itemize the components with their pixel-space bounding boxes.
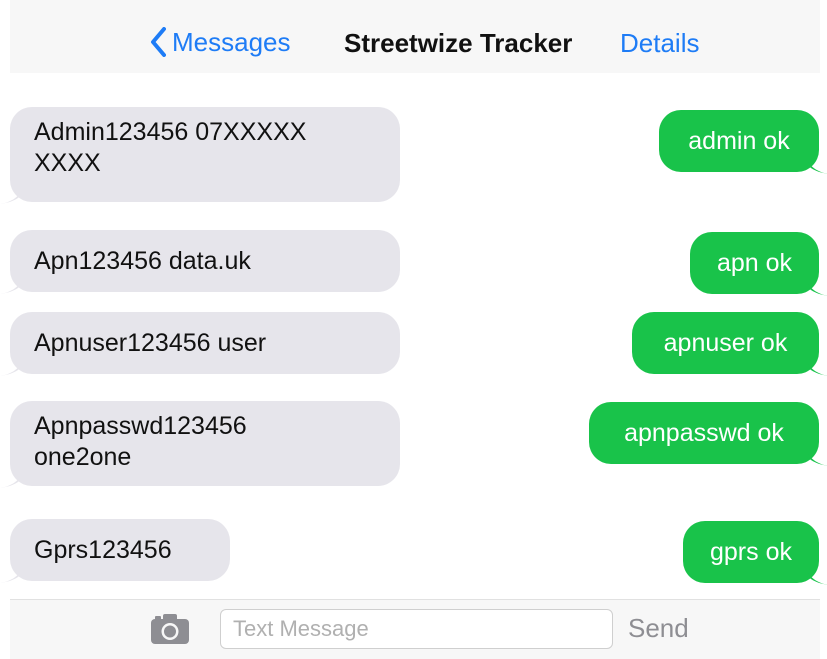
message-text: apnuser ok [663, 329, 788, 357]
camera-button[interactable] [150, 613, 190, 650]
message-bubble-outgoing[interactable]: apn ok [690, 232, 827, 296]
compose-bar: Send [10, 599, 820, 659]
message-text-line: Admin123456 07XXXXX [34, 118, 307, 146]
message-bubble-incoming[interactable]: Apnuser123456 user [0, 312, 400, 376]
message-bubble-outgoing[interactable]: apnpasswd ok [589, 402, 827, 466]
message-text-line: XXXX [34, 149, 101, 177]
details-button[interactable]: Details [620, 28, 699, 59]
bubble-tail [0, 182, 26, 204]
message-text-line: Gprs123456 [34, 536, 172, 564]
message-text: apn ok [716, 249, 793, 277]
imessage-screen: Messages Streetwize Tracker Details Admi… [0, 0, 827, 659]
bubble-tail [0, 561, 26, 583]
camera-icon [151, 614, 189, 644]
bubble-tail [803, 274, 827, 296]
message-text-line: one2one [34, 443, 132, 471]
bubble-tail [803, 563, 827, 585]
bubble-tail [0, 354, 26, 376]
bubble-tail [803, 444, 827, 466]
conversation-title: Streetwize Tracker [344, 28, 573, 58]
bubble-tail [0, 466, 26, 488]
message-text-line: Apnuser123456 user [34, 329, 267, 357]
bubble-tail [0, 272, 26, 294]
bubble-tail [803, 152, 827, 174]
message-bubble-outgoing[interactable]: admin ok [659, 110, 827, 174]
message-text-line: Apnpasswd123456 [34, 412, 247, 440]
message-bubble-outgoing[interactable]: apnuser ok [632, 312, 827, 376]
back-label: Messages [172, 26, 291, 57]
message-text-line: Apn123456 data.uk [34, 247, 251, 275]
text-message-input[interactable] [220, 609, 613, 649]
message-bubble-incoming[interactable]: Admin123456 07XXXXX XXXX [0, 107, 400, 204]
bubble-tail [803, 354, 827, 376]
message-text: apnpasswd ok [624, 419, 784, 447]
chevron-left-icon [151, 27, 166, 57]
send-button[interactable]: Send [628, 613, 689, 644]
message-bubble-incoming[interactable]: Apn123456 data.uk [0, 230, 400, 294]
message-text: gprs ok [710, 538, 792, 566]
message-bubble-incoming[interactable]: Apnpasswd123456 one2one [0, 401, 400, 488]
message-bubble-incoming[interactable]: Gprs123456 [0, 519, 230, 583]
back-button[interactable]: Messages [150, 22, 291, 62]
message-text: admin ok [688, 127, 790, 155]
navigation-bar: Messages Streetwize Tracker Details [10, 0, 820, 73]
message-bubble-outgoing[interactable]: gprs ok [683, 521, 827, 585]
